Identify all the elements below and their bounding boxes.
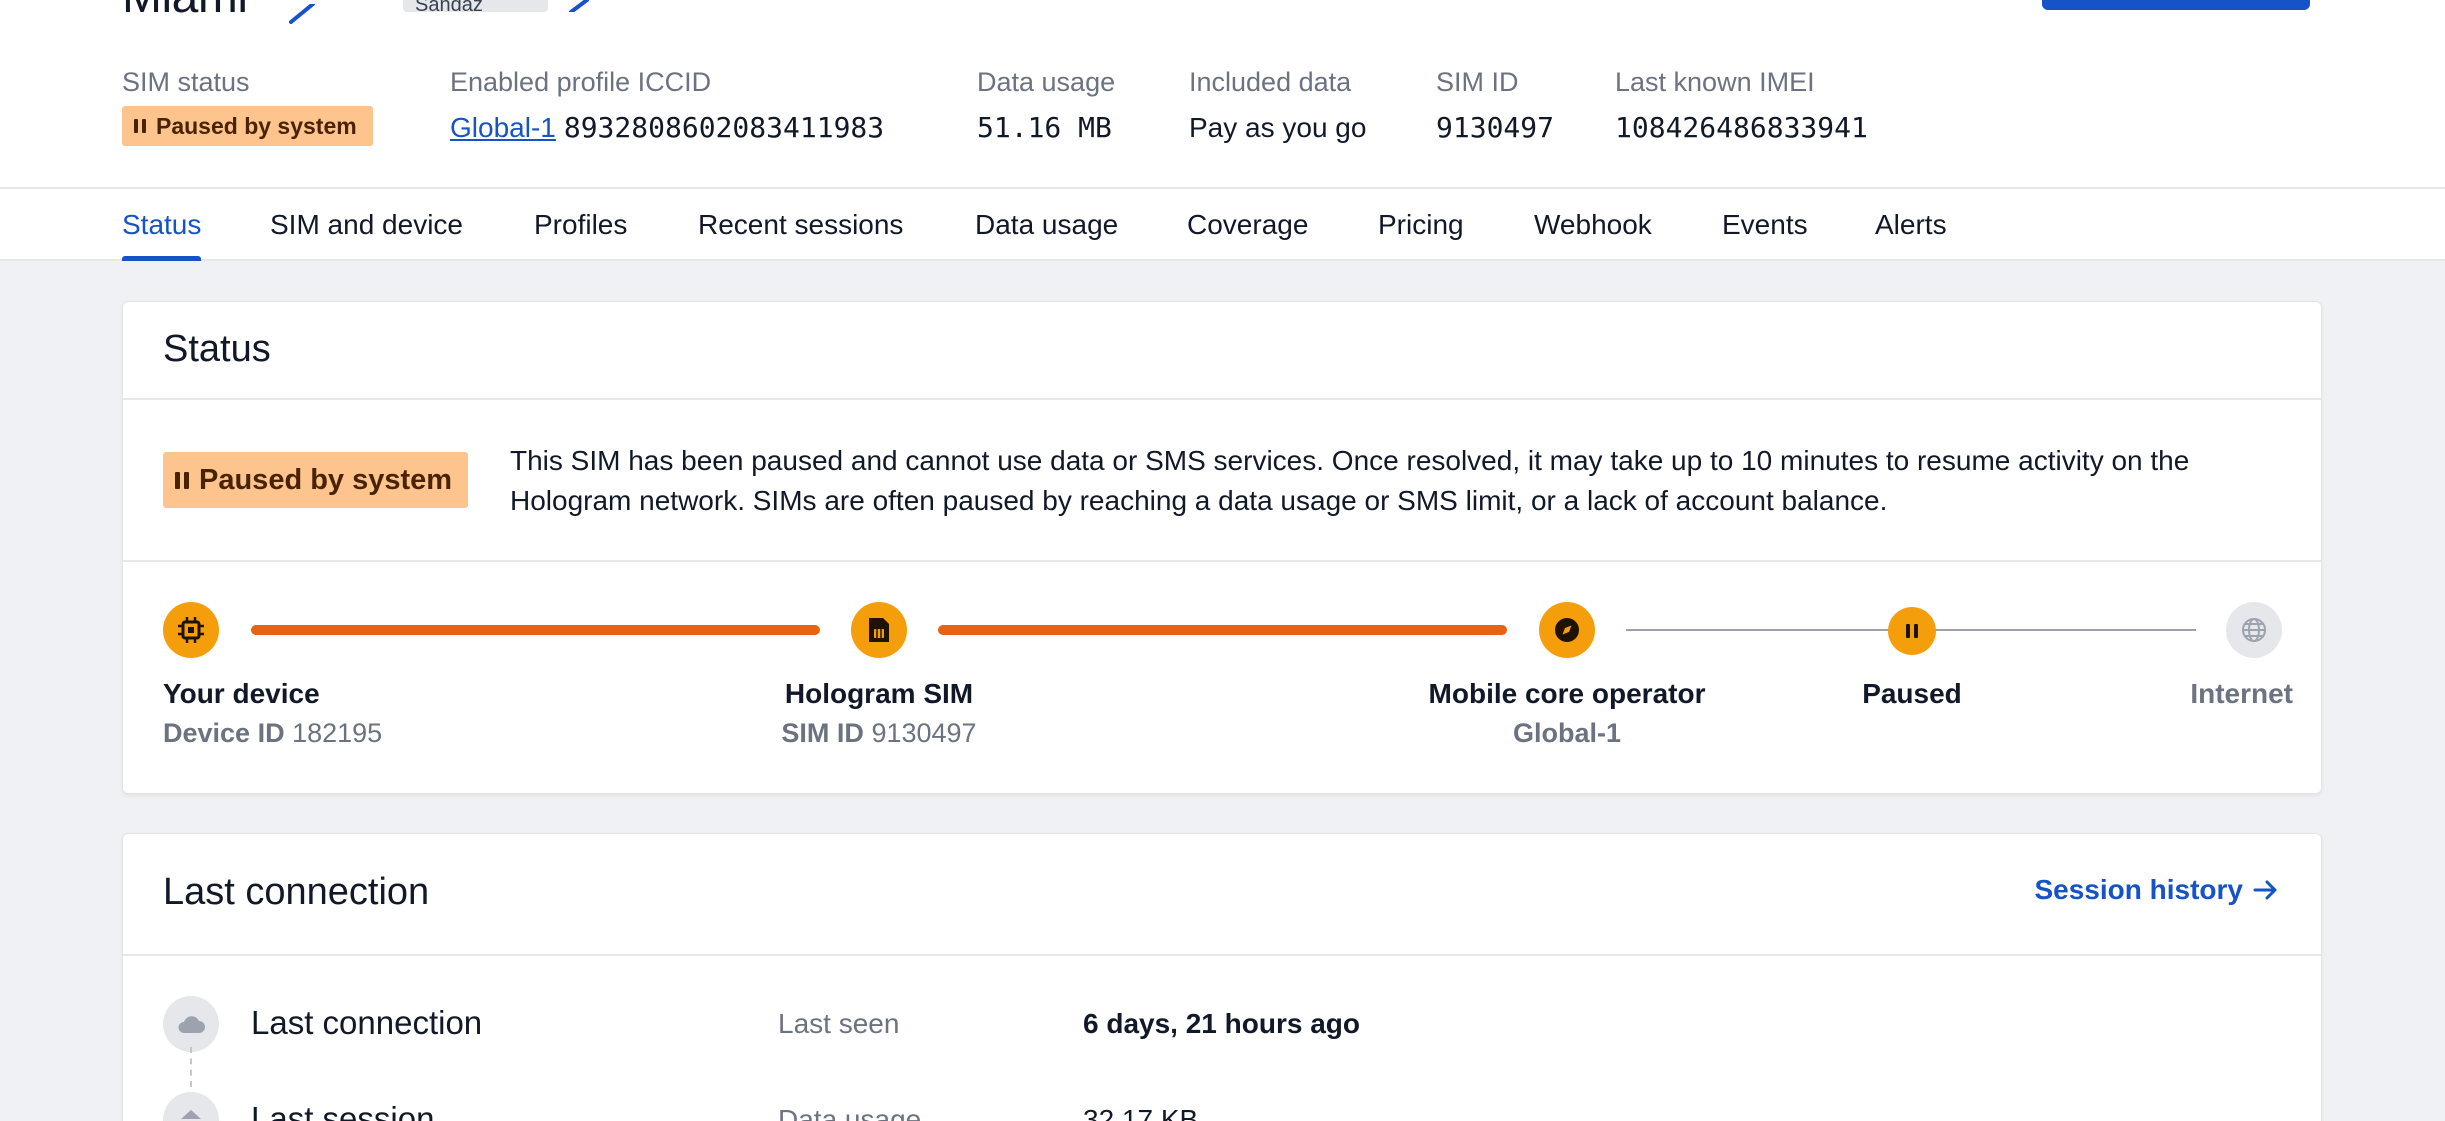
pause-icon — [175, 471, 189, 489]
meta-label: Last known IMEI — [1615, 67, 1815, 97]
session-icon — [181, 1110, 201, 1119]
meta-sim-status: SIM status Paused by system — [122, 62, 373, 146]
row-label: Data usage — [778, 1104, 922, 1121]
node-sim-sub-label: SIM ID — [781, 718, 864, 748]
row-title: Last connection — [251, 1004, 483, 1041]
meta-label: Included data — [1189, 67, 1352, 97]
meta-label: SIM status — [122, 67, 250, 97]
meta-imei: Last known IMEI 108426486833941 — [1615, 62, 1868, 150]
title-row: Miami — [122, 0, 248, 23]
status-message: This SIM has been paused and cannot use … — [510, 445, 2190, 516]
cloud-icon — [178, 1016, 205, 1033]
status-card: Status Paused by system This SIM has bee… — [122, 301, 2322, 794]
session-history-label: Session history — [2034, 874, 2243, 905]
environment-tag-label: Sandaz — [415, 0, 483, 16]
arrow-right-icon — [2253, 880, 2277, 900]
divider — [123, 954, 2321, 956]
meta-data-usage: Data usage 51.16 MB — [977, 62, 1115, 150]
divider — [123, 560, 2321, 562]
node-sim-sub: SIM ID 9130497 — [753, 718, 1005, 749]
cloud-icon-wrap — [163, 996, 219, 1052]
node-device — [163, 602, 219, 658]
node-internet-title: Internet — [2190, 678, 2293, 709]
meta-value: Pay as you go — [1189, 112, 1367, 143]
primary-action-button[interactable] — [2042, 0, 2310, 10]
node-device-sub-value: 182195 — [292, 718, 383, 748]
status-badge-large: Paused by system — [163, 452, 469, 508]
meta-sim-id: SIM ID 9130497 — [1436, 62, 1554, 150]
node-operator — [1539, 602, 1595, 658]
tab-sim-and-device[interactable]: SIM and device — [270, 189, 463, 261]
tab-bar: Status SIM and device Profiles Recent se… — [0, 187, 2445, 261]
status-badge-label: Paused by system — [156, 112, 357, 139]
node-internet — [2226, 602, 2282, 658]
meta-value: 9130497 — [1436, 111, 1555, 144]
row-title: Last session — [251, 1100, 435, 1121]
tab-pricing[interactable]: Pricing — [1378, 189, 1464, 261]
tab-events[interactable]: Events — [1722, 189, 1808, 261]
session-icon-wrap — [163, 1092, 219, 1121]
tab-recent-sessions[interactable]: Recent sessions — [698, 189, 903, 261]
tab-data-usage[interactable]: Data usage — [975, 189, 1118, 261]
node-device-sub: Device ID 182195 — [163, 718, 382, 749]
meta-label: Data usage — [977, 67, 1116, 97]
node-operator-title: Mobile core operator — [1428, 678, 1706, 709]
timeline-connector — [190, 1047, 192, 1087]
track-device-sim — [251, 625, 820, 635]
node-paused-title: Paused — [1862, 678, 1962, 709]
tab-status[interactable]: Status — [122, 189, 202, 261]
edit-tag-icon[interactable] — [565, 0, 595, 12]
edit-name-icon[interactable] — [287, 4, 319, 24]
node-operator-sub: Global-1 — [1512, 718, 1621, 748]
profile-link[interactable]: Global-1 — [450, 112, 556, 143]
meta-value: 108426486833941 — [1615, 111, 1868, 144]
divider — [123, 398, 2321, 400]
meta-iccid: Enabled profile ICCID Global-1 8932808602… — [450, 62, 884, 150]
meta-label: Enabled profile ICCID — [450, 67, 712, 97]
track-sim-operator — [938, 625, 1507, 635]
meta-value: Global-1 8932808602083411983 — [450, 106, 884, 150]
sim-header: Miami Sandaz SIM status Paused by system… — [0, 0, 2445, 187]
node-device-sub-label: Device ID — [163, 718, 285, 748]
session-history-link[interactable]: Session history — [2034, 874, 2279, 906]
node-paused — [1888, 607, 1936, 655]
compass-icon — [1555, 618, 1579, 642]
tab-webhook[interactable]: Webhook — [1534, 189, 1652, 261]
meta-value: 51.16 MB — [977, 111, 1112, 144]
pause-icon — [1906, 624, 1918, 638]
iccid-value: 8932808602083411983 — [563, 111, 885, 144]
meta-included-data: Included data Pay as you go — [1189, 62, 1366, 150]
globe-icon — [2242, 618, 2266, 642]
row-label: Last seen — [778, 1008, 900, 1039]
node-device-title: Your device — [163, 678, 320, 709]
status-badge-label: Paused by system — [199, 463, 453, 496]
tab-alerts[interactable]: Alerts — [1875, 189, 1947, 261]
tab-coverage[interactable]: Coverage — [1187, 189, 1308, 261]
meta-label: SIM ID — [1436, 67, 1519, 97]
row-value: 32.17 KB — [1083, 1104, 1199, 1121]
tab-profiles[interactable]: Profiles — [534, 189, 627, 261]
node-sim-sub-value: 9130497 — [871, 718, 977, 748]
last-connection-title: Last connection — [163, 871, 430, 913]
status-card-title: Status — [163, 328, 271, 370]
chip-icon — [178, 617, 204, 643]
node-sim-title: Hologram SIM — [784, 678, 974, 709]
sim-card-icon — [869, 618, 889, 642]
pause-icon — [134, 119, 146, 133]
status-badge: Paused by system — [122, 106, 373, 146]
last-connection-card: Last connection Session history Last con… — [122, 833, 2322, 1121]
row-value: 6 days, 21 hours ago — [1083, 1008, 1360, 1039]
node-sim — [851, 602, 907, 658]
environment-tag[interactable]: Sandaz — [403, 0, 548, 16]
page-title: Miami — [122, 0, 248, 24]
